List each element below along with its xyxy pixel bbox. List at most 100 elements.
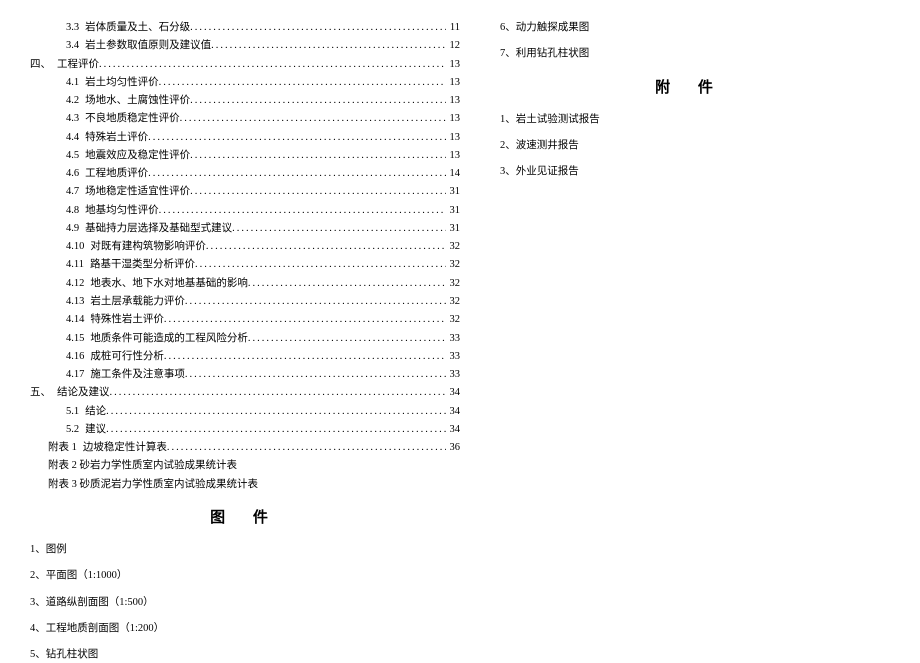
toc-title: 边坡稳定性计算表 [83,440,167,456]
toc-page: 33 [450,367,461,383]
toc-entry: 4.13岩土层承载能力评价...........................… [66,294,460,310]
toc-number: 4.11 [66,257,84,273]
toc-number: 4.5 [66,148,79,164]
toc-page: 13 [450,75,461,91]
toc-title: 对既有建构筑物影响评价 [90,239,206,255]
right-column: 6、动力触探成果图7、利用钻孔柱状图 附 件 1、岩土试验测试报告2、波速测井报… [480,20,880,631]
toc-title: 不良地质稳定性评价 [85,111,180,127]
toc-leader-dots: ........................................… [190,20,446,36]
toc-entry-plain: 附表 3 砂质泥岩力学性质室内试验成果统计表 [48,477,460,493]
toc-title: 成桩可行性分析 [90,349,164,365]
toc-number: 4.3 [66,111,79,127]
toc-title: 结论及建议 [57,385,110,401]
toc-page: 31 [450,184,461,200]
toc-leader-dots: ........................................… [211,38,445,54]
toc-entry: 4.3 不良地质稳定性评价............................… [66,111,460,127]
toc-leader-dots: ........................................… [185,367,446,383]
toc-leader-dots: ........................................… [206,239,446,255]
figures-heading: 图 件 [30,507,460,530]
toc-number: 4.15 [66,331,84,347]
toc-leader-dots: ........................................… [180,111,446,127]
toc-title: 路基干湿类型分析评价 [90,257,195,273]
toc-entry: 4.8地基均匀性评价..............................… [66,203,460,219]
toc-title: 地质条件可能造成的工程风险分析 [90,331,248,347]
toc-entry: 4.2场地水、土腐蚀性评价...........................… [66,93,460,109]
toc-entry: 3.3岩体质量及土、石分级...........................… [66,20,460,36]
toc-title: 特殊岩土评价 [85,130,148,146]
toc-title: 工程地质评价 [85,166,148,182]
toc-entry: 四、工程评价..................................… [30,57,460,73]
toc-page: 32 [450,257,461,273]
toc-entry: 5.1结论...................................… [66,404,460,420]
toc-leader-dots: ........................................… [159,203,446,219]
toc-entry: 4.14特殊性岩土评价.............................… [66,312,460,328]
toc-page: 34 [450,404,461,420]
toc-entry: 4.15 地质条件可能造成的工程风险分析.....................… [66,331,460,347]
toc-title: 工程评价 [57,57,99,73]
toc-leader-dots: ........................................… [167,440,446,456]
list-item: 4、工程地质剖面图（1:200） [30,621,460,637]
toc-title: 地震效应及稳定性评价 [85,148,190,164]
toc-number: 五、 [30,385,51,401]
toc-page: 31 [450,221,461,237]
toc-page: 12 [450,38,461,54]
toc-title: 岩土参数取值原则及建议值 [85,38,211,54]
toc-title: 施工条件及注意事项 [90,367,185,383]
toc-page: 13 [450,148,461,164]
toc-number: 4.4 [66,130,79,146]
toc-leader-dots: ........................................… [106,404,445,420]
toc-page: 32 [450,239,461,255]
toc-title: 基础持力层选择及基础型式建议 [85,221,232,237]
list-item: 3、道路纵剖面图（1:500） [30,595,460,611]
toc-entry: 3.4岩土参数取值原则及建议值.........................… [66,38,460,54]
list-item: 3、外业见证报告 [500,164,880,180]
toc-page: 33 [450,331,461,347]
toc-leader-dots: ........................................… [232,221,445,237]
toc-leader-dots: ........................................… [190,93,445,109]
toc-number: 4.14 [66,312,84,328]
toc-entry: 4.11路基干湿类型分析评价..........................… [66,257,460,273]
toc-page: 32 [450,294,461,310]
toc-leader-dots: ........................................… [190,184,445,200]
toc-entry-plain: 附表 2 砂岩力学性质室内试验成果统计表 [48,458,460,474]
toc-page: 13 [450,93,461,109]
toc-number: 4.6 [66,166,79,182]
toc-entry: 4.12地表水、地下水对地基基础的影响.....................… [66,276,460,292]
toc-page: 32 [450,276,461,292]
toc-number: 4.9 [66,221,79,237]
toc-number: 4.1 [66,75,79,91]
toc-entry: 4.17 施工条件及注意事项...........................… [66,367,460,383]
toc-number: 四、 [30,57,51,73]
toc-page: 32 [450,312,461,328]
toc-title: 结论 [85,404,106,420]
toc-number: 4.17 [66,367,84,383]
toc-title: 建议 [85,422,106,438]
toc-page: 11 [450,20,460,36]
toc-leader-dots: ........................................… [164,349,446,365]
attachments-list: 1、岩土试验测试报告2、波速测井报告3、外业见证报告 [500,112,880,181]
toc-title: 岩土层承载能力评价 [90,294,185,310]
toc-page: 33 [450,349,461,365]
toc-number: 4.2 [66,93,79,109]
toc-leader-dots: ........................................… [159,75,446,91]
toc-entry: 5.2 建议...................................… [66,422,460,438]
toc-page: 36 [450,440,461,456]
list-item: 6、动力触探成果图 [500,20,880,36]
toc-number: 3.3 [66,20,79,36]
toc-number: 4.16 [66,349,84,365]
toc-leader-dots: ........................................… [248,331,446,347]
attachments-heading: 附 件 [500,77,880,100]
toc-title: 岩土均匀性评价 [85,75,159,91]
toc-entry: 五、结论及建议.................................… [30,385,460,401]
toc-leader-dots: ........................................… [248,276,446,292]
toc-title: 场地稳定性适宜性评价 [85,184,190,200]
list-item: 1、图例 [30,542,460,558]
toc-number: 4.12 [66,276,84,292]
toc-leader-dots: ........................................… [106,422,445,438]
toc-page: 34 [450,422,461,438]
toc-page: 34 [450,385,461,401]
toc-entry: 4.7场地稳定性适宜性评价...........................… [66,184,460,200]
toc-number: 5.2 [66,422,79,438]
toc-leader-dots: ........................................… [164,312,446,328]
toc-entry: 附表 1边坡稳定性计算表............................… [48,440,460,456]
